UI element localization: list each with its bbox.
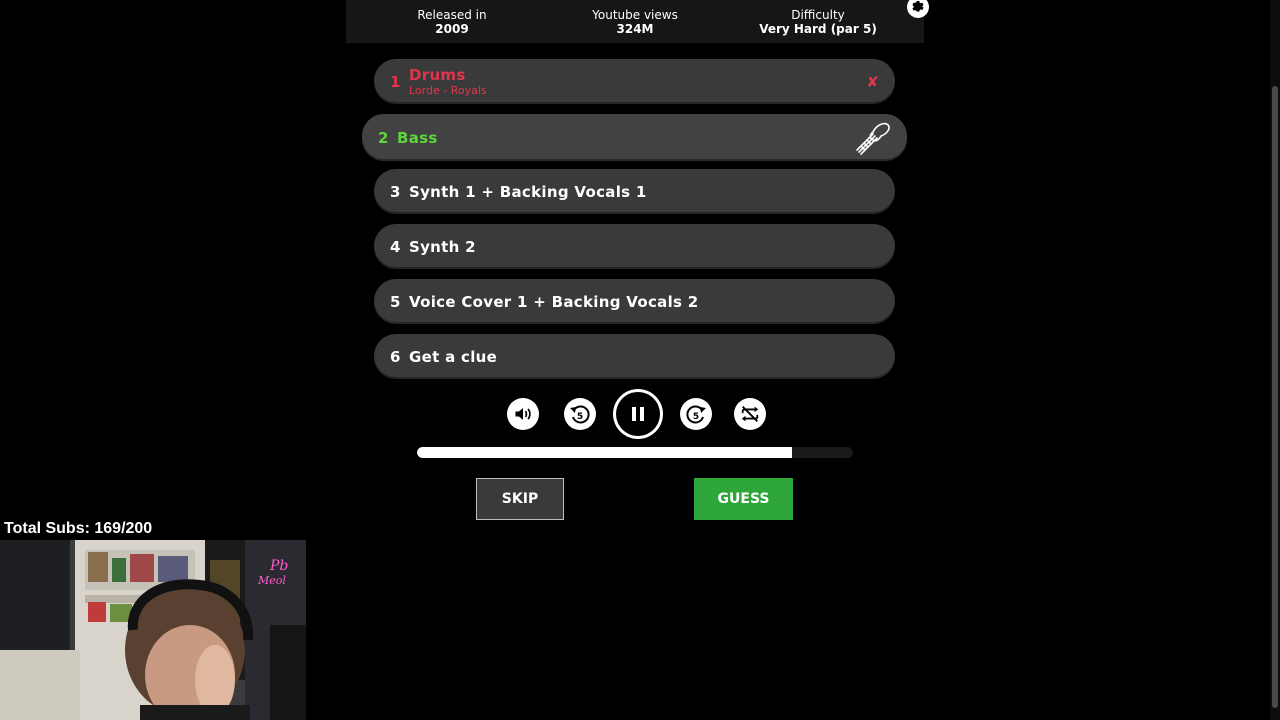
subs-counter: Total Subs: 169/200 <box>4 520 153 537</box>
page-scrollbar[interactable] <box>1270 0 1280 720</box>
playback-progress[interactable] <box>417 447 853 458</box>
svg-text:5: 5 <box>577 412 583 422</box>
track-name: Get a clue <box>409 347 498 366</box>
fail-x-icon: ✘ <box>866 73 879 91</box>
released-info: Released in 2009 <box>400 8 504 36</box>
track-number: 2 <box>378 128 389 147</box>
views-label: Youtube views <box>592 8 678 22</box>
track-number: 4 <box>390 237 401 256</box>
webcam-overlay: Pb Meol <box>0 540 306 720</box>
webcam-image: Pb Meol <box>0 540 306 720</box>
track-row-3[interactable]: 3 Synth 1 + Backing Vocals 1 <box>374 169 895 214</box>
page: Released in 2009 Youtube views 324M Diff… <box>0 0 1280 720</box>
track-number: 5 <box>390 292 401 311</box>
pause-icon <box>632 407 644 421</box>
scrollbar-thumb[interactable] <box>1272 86 1278 708</box>
loop-off-button[interactable] <box>734 398 766 430</box>
track-row-6[interactable]: 6 Get a clue <box>374 334 895 379</box>
track-name: Drums <box>409 66 466 84</box>
svg-text:5: 5 <box>693 412 699 422</box>
released-label: Released in <box>417 8 487 22</box>
track-row-2[interactable]: 2 Bass <box>362 114 907 161</box>
skip-button[interactable]: SKIP <box>476 478 564 520</box>
track-number: 3 <box>390 182 401 201</box>
forward-icon: 5 <box>686 405 706 424</box>
wrong-guess-text: Lorde - Royals <box>409 84 487 97</box>
views-info: Youtube views 324M <box>580 8 690 36</box>
track-name: Synth 1 + Backing Vocals 1 <box>409 182 647 201</box>
song-info-bar: Released in 2009 Youtube views 324M Diff… <box>346 0 924 43</box>
track-row-5[interactable]: 5 Voice Cover 1 + Backing Vocals 2 <box>374 279 895 324</box>
rewind-button[interactable]: 5 <box>564 398 596 430</box>
volume-button[interactable] <box>507 398 539 430</box>
released-value: 2009 <box>435 22 469 36</box>
track-row-1[interactable]: 1 Drums Lorde - Royals ✘ <box>374 59 895 104</box>
track-number: 1 <box>390 72 401 91</box>
bass-guitar-icon <box>856 122 890 155</box>
views-value: 324M <box>616 22 654 36</box>
difficulty-value: Very Hard (par 5) <box>759 22 877 36</box>
track-name: Synth 2 <box>409 237 476 256</box>
speaker-icon <box>515 408 531 420</box>
svg-text:Meol: Meol <box>257 574 286 587</box>
difficulty-info: Difficulty Very Hard (par 5) <box>747 8 889 36</box>
forward-button[interactable]: 5 <box>680 398 712 430</box>
rewind-icon: 5 <box>570 405 590 424</box>
track-row-4[interactable]: 4 Synth 2 <box>374 224 895 269</box>
guess-button[interactable]: GUESS <box>694 478 793 520</box>
track-name: Voice Cover 1 + Backing Vocals 2 <box>409 292 699 311</box>
track-name: Bass <box>397 128 438 147</box>
track-number: 6 <box>390 347 401 366</box>
difficulty-label: Difficulty <box>791 8 845 22</box>
repeat-off-icon <box>741 406 759 422</box>
pause-button[interactable] <box>613 389 663 439</box>
progress-fill <box>417 447 792 458</box>
svg-text:Pb: Pb <box>269 558 288 574</box>
gear-icon[interactable] <box>907 0 929 18</box>
